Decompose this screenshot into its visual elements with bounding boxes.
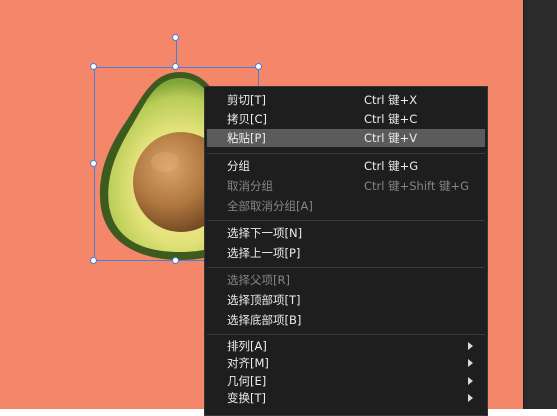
menu-item-label: 对齐[M]	[227, 356, 269, 370]
menu-item-align[interactable]: 对齐[M]	[207, 354, 485, 372]
menu-item-select-previous[interactable]: 选择上一项[P]	[207, 244, 485, 262]
menu-item-label: 变换[T]	[227, 391, 266, 405]
submenu-arrow-icon	[468, 377, 473, 385]
menu-item-label: 分组	[227, 159, 250, 173]
submenu-arrow-icon	[468, 394, 473, 402]
menu-item-label: 选择顶部项[T]	[227, 293, 301, 307]
side-panel	[523, 0, 557, 409]
menu-item-shortcut: Ctrl 键+V	[364, 131, 418, 145]
menu-item-ungroup-all: 全部取消分组[A]	[207, 197, 485, 215]
resize-handle-left[interactable]	[90, 160, 97, 167]
menu-item-select-next[interactable]: 选择下一项[N]	[207, 224, 485, 242]
menu-item-label: 粘贴[P]	[227, 131, 266, 145]
resize-handle-top[interactable]	[172, 63, 179, 70]
menu-item-label: 取消分组	[227, 179, 273, 193]
menu-separator	[207, 153, 485, 154]
menu-item-label: 选择父项[R]	[227, 273, 290, 287]
menu-item-select-bottom[interactable]: 选择底部项[B]	[207, 311, 485, 329]
menu-separator	[207, 220, 485, 221]
menu-item-label: 全部取消分组[A]	[227, 199, 313, 213]
menu-item-geometry[interactable]: 几何[E]	[207, 372, 485, 390]
menu-item-label: 选择上一项[P]	[227, 246, 301, 260]
menu-item-label: 几何[E]	[227, 374, 267, 388]
menu-item-group[interactable]: 分组 Ctrl 键+G	[207, 157, 485, 175]
menu-item-shortcut: Ctrl 键+G	[364, 159, 419, 173]
menu-separator	[207, 334, 485, 335]
context-menu: 剪切[T] Ctrl 键+X 拷贝[C] Ctrl 键+C 粘贴[P] Ctrl…	[204, 86, 488, 416]
menu-item-label: 选择底部项[B]	[227, 313, 302, 327]
menu-item-transform[interactable]: 变换[T]	[207, 389, 485, 407]
menu-item-label: 排列[A]	[227, 339, 267, 353]
submenu-arrow-icon	[468, 342, 473, 350]
menu-item-select-top[interactable]: 选择顶部项[T]	[207, 291, 485, 309]
menu-item-paste[interactable]: 粘贴[P] Ctrl 键+V	[207, 129, 485, 147]
menu-separator	[207, 267, 485, 268]
submenu-arrow-icon	[468, 359, 473, 367]
menu-item-shortcut: Ctrl 键+C	[364, 112, 418, 126]
menu-item-shortcut: Ctrl 键+Shift 键+G	[364, 179, 470, 193]
menu-item-arrange[interactable]: 排列[A]	[207, 337, 485, 355]
menu-item-cut[interactable]: 剪切[T] Ctrl 键+X	[207, 91, 485, 109]
resize-handle-top-right[interactable]	[255, 63, 262, 70]
menu-item-shortcut: Ctrl 键+X	[364, 93, 418, 107]
menu-item-ungroup: 取消分组 Ctrl 键+Shift 键+G	[207, 177, 485, 195]
menu-item-label: 剪切[T]	[227, 93, 266, 107]
menu-item-label: 拷贝[C]	[227, 112, 268, 126]
panel-divider	[523, 0, 524, 409]
menu-item-select-parent: 选择父项[R]	[207, 271, 485, 289]
resize-handle-top-left[interactable]	[90, 63, 97, 70]
menu-item-label: 选择下一项[N]	[227, 226, 303, 240]
rotation-handle[interactable]	[172, 34, 179, 41]
resize-handle-bottom-left[interactable]	[90, 257, 97, 264]
resize-handle-bottom[interactable]	[172, 257, 179, 264]
menu-item-copy[interactable]: 拷贝[C] Ctrl 键+C	[207, 110, 485, 128]
